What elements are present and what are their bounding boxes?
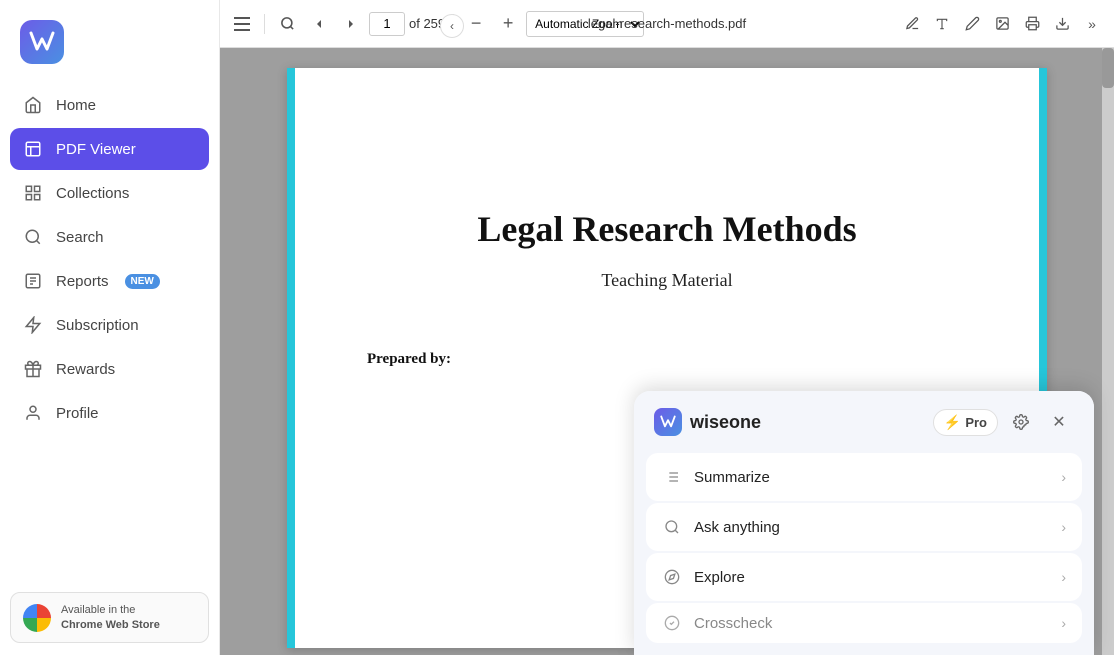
popup-header-right: ⚡ Pro ✕ <box>933 407 1074 437</box>
pdf-viewing-area: Legal Research Methods Teaching Material… <box>220 48 1114 655</box>
sidebar-item-label: Home <box>56 97 96 114</box>
pdf-viewer-icon <box>22 138 44 160</box>
sidebar-collapse-button[interactable]: ‹ <box>440 14 464 38</box>
prev-page-button[interactable] <box>305 10 333 38</box>
explore-chevron: › <box>1061 569 1066 585</box>
sidebar-item-collections[interactable]: Collections <box>10 172 209 214</box>
search-pdf-button[interactable] <box>273 10 301 38</box>
pdf-filename: legal-research-methods.pdf <box>588 16 746 31</box>
sidebar-item-search[interactable]: Search <box>10 216 209 258</box>
zoom-in-button[interactable]: + <box>494 10 522 38</box>
pdf-scrollbar[interactable] <box>1102 48 1114 655</box>
sidebar-item-reports[interactable]: Reports NEW <box>10 260 209 302</box>
subscription-icon <box>22 314 44 336</box>
pdf-toolbar: of 259 − + Automatic Zoom Actual Size Pa… <box>220 0 1114 48</box>
sidebar-item-pdf-viewer[interactable]: PDF Viewer <box>10 128 209 170</box>
popup-brand: wiseone <box>654 408 761 436</box>
scrollbar-thumb[interactable] <box>1102 48 1114 88</box>
summarize-label: Summarize <box>694 469 770 486</box>
popup-summarize-button[interactable]: Summarize › <box>646 453 1082 501</box>
draw-tool-button[interactable] <box>958 10 986 38</box>
sidebar-item-subscription[interactable]: Subscription <box>10 304 209 346</box>
logo-area <box>0 12 219 84</box>
page-input-group: of 259 <box>369 12 445 36</box>
sidebar-item-home[interactable]: Home <box>10 84 209 126</box>
home-icon <box>22 94 44 116</box>
pro-badge: ⚡ Pro <box>933 409 998 436</box>
sidebar-item-label: Reports <box>56 273 109 290</box>
chrome-store-banner[interactable]: Available in the Chrome Web Store <box>10 592 209 643</box>
nav-menu: Home PDF Viewer Collections <box>0 84 219 582</box>
ask-anything-label: Ask anything <box>694 519 780 536</box>
sidebar-bottom: Available in the Chrome Web Store <box>0 582 219 655</box>
ask-anything-chevron: › <box>1061 519 1066 535</box>
pdf-content: Legal Research Methods Teaching Material… <box>367 128 967 368</box>
print-button[interactable] <box>1018 10 1046 38</box>
chrome-logo-icon <box>23 604 51 632</box>
sidebar-item-label: Subscription <box>56 317 139 334</box>
sidebar-item-rewards[interactable]: Rewards <box>10 348 209 390</box>
sidebar-item-label: Rewards <box>56 361 115 378</box>
sidebar-item-label: Collections <box>56 185 129 202</box>
popup-menu-left: Summarize <box>662 467 770 487</box>
more-tools-button[interactable]: » <box>1078 10 1106 38</box>
popup-menu: Summarize › Ask anything › <box>634 449 1094 655</box>
pro-lightning-icon: ⚡ <box>944 414 961 431</box>
pdf-border-left <box>287 68 295 648</box>
ask-anything-icon <box>662 517 682 537</box>
pro-label: Pro <box>965 415 987 430</box>
popup-close-button[interactable]: ✕ <box>1044 407 1074 437</box>
pdf-document-subtitle: Teaching Material <box>367 270 967 291</box>
reports-icon <box>22 270 44 292</box>
app-logo <box>20 20 64 64</box>
sidebar-item-label: PDF Viewer <box>56 141 136 158</box>
sidebar-item-label: Profile <box>56 405 99 422</box>
popup-explore-button[interactable]: Explore › <box>646 553 1082 601</box>
new-badge: NEW <box>125 274 160 289</box>
popup-menu-left: Ask anything <box>662 517 780 537</box>
text-tool-button[interactable] <box>928 10 956 38</box>
wiseone-popup: wiseone ⚡ Pro ✕ <box>634 391 1094 655</box>
popup-ask-anything-button[interactable]: Ask anything › <box>646 503 1082 551</box>
page-number-input[interactable] <box>369 12 405 36</box>
crosscheck-chevron: › <box>1061 615 1066 631</box>
sidebar: Home PDF Viewer Collections <box>0 0 220 655</box>
zoom-out-button[interactable]: − <box>462 10 490 38</box>
download-button[interactable] <box>1048 10 1076 38</box>
pdf-prepared-by: Prepared by: <box>367 351 967 368</box>
profile-icon <box>22 402 44 424</box>
toggle-sidebar-button[interactable] <box>228 10 256 38</box>
search-icon <box>22 226 44 248</box>
main-content: ‹ of 259 − + Automatic <box>220 0 1114 655</box>
summarize-icon <box>662 467 682 487</box>
popup-brand-name: wiseone <box>690 412 761 433</box>
crosscheck-icon <box>662 613 682 633</box>
next-page-button[interactable] <box>337 10 365 38</box>
pdf-document-title: Legal Research Methods <box>367 208 967 250</box>
summarize-chevron: › <box>1061 469 1066 485</box>
rewards-icon <box>22 358 44 380</box>
collections-icon <box>22 182 44 204</box>
popup-settings-button[interactable] <box>1006 407 1036 437</box>
crosscheck-left: Crosscheck <box>662 613 772 633</box>
sidebar-item-profile[interactable]: Profile <box>10 392 209 434</box>
chrome-store-text: Available in the Chrome Web Store <box>61 603 160 632</box>
popup-logo <box>654 408 682 436</box>
annotate-pen-button[interactable] <box>898 10 926 38</box>
explore-icon <box>662 567 682 587</box>
popup-header: wiseone ⚡ Pro ✕ <box>634 391 1094 449</box>
explore-label: Explore <box>694 569 745 586</box>
popup-menu-left: Explore <box>662 567 745 587</box>
sidebar-item-label: Search <box>56 229 104 246</box>
crosscheck-label: Crosscheck <box>694 615 772 632</box>
image-tool-button[interactable] <box>988 10 1016 38</box>
toolbar-separator-1 <box>264 14 265 34</box>
popup-crosscheck-item[interactable]: Crosscheck › <box>646 603 1082 643</box>
toolbar-right-actions: » <box>898 10 1106 38</box>
